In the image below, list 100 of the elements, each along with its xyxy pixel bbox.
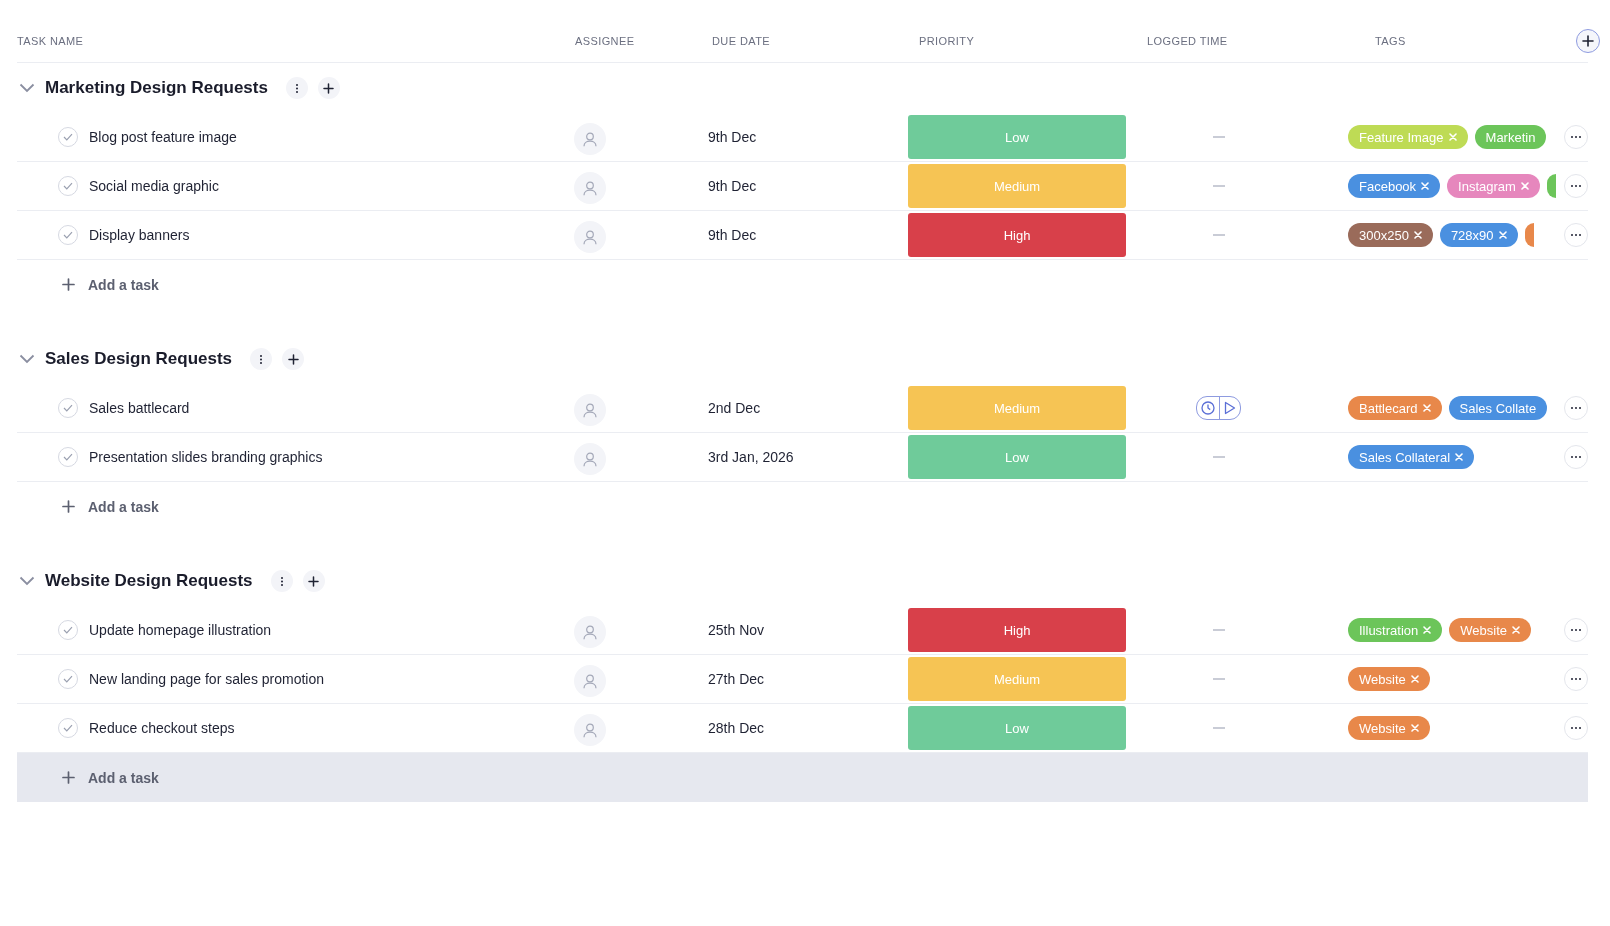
remove-icon[interactable] bbox=[1520, 182, 1529, 190]
assignee-avatar[interactable] bbox=[574, 394, 606, 426]
group-title: Website Design Requests bbox=[45, 571, 253, 591]
priority-label[interactable]: High bbox=[908, 213, 1126, 257]
check-icon bbox=[63, 133, 73, 141]
more-button[interactable] bbox=[1564, 223, 1588, 247]
plus-icon bbox=[62, 278, 75, 291]
task-name[interactable]: Social media graphic bbox=[89, 178, 219, 194]
task-name[interactable]: Update homepage illustration bbox=[89, 622, 272, 638]
check-icon bbox=[63, 453, 73, 461]
chevron-down-icon bbox=[19, 354, 35, 364]
plus-icon bbox=[308, 575, 320, 587]
due-date[interactable]: 2nd Dec bbox=[708, 400, 761, 416]
add-task-row[interactable]: Add a task bbox=[17, 482, 1588, 531]
assignee-avatar[interactable] bbox=[574, 123, 606, 155]
tag[interactable]: Website bbox=[1348, 716, 1430, 740]
collapse-button[interactable] bbox=[17, 576, 35, 586]
tag[interactable]: 300x250 bbox=[1348, 223, 1433, 247]
add-task-row[interactable]: Add a task bbox=[17, 753, 1588, 802]
group-menu-button[interactable] bbox=[270, 570, 293, 592]
task-name[interactable]: Sales battlecard bbox=[89, 400, 190, 416]
task-name[interactable]: Blog post feature image bbox=[89, 129, 237, 145]
column-header: TAGS bbox=[1375, 35, 1406, 47]
remove-icon[interactable] bbox=[1410, 724, 1419, 732]
person-icon bbox=[583, 180, 597, 196]
group-menu-button[interactable] bbox=[285, 77, 308, 99]
person-icon bbox=[583, 451, 597, 467]
column-header: ASSIGNEE bbox=[575, 35, 635, 47]
kebab-icon bbox=[260, 354, 263, 364]
more-button[interactable] bbox=[1564, 174, 1588, 198]
more-button[interactable] bbox=[1564, 716, 1588, 740]
column-header: DUE DATE bbox=[712, 35, 770, 47]
dash-icon bbox=[1212, 234, 1225, 236]
assignee-avatar[interactable] bbox=[574, 172, 606, 204]
assignee-avatar[interactable] bbox=[574, 221, 606, 253]
add-button[interactable] bbox=[282, 348, 305, 370]
add-column-button[interactable] bbox=[1576, 29, 1600, 53]
task-name[interactable]: Reduce checkout steps bbox=[89, 720, 235, 736]
more-button[interactable] bbox=[1564, 125, 1588, 149]
remove-icon[interactable] bbox=[1423, 626, 1432, 634]
add-task-row[interactable]: Add a task bbox=[17, 260, 1588, 309]
remove-icon[interactable] bbox=[1410, 675, 1419, 683]
assignee-avatar[interactable] bbox=[574, 616, 606, 648]
column-header: TASK NAME bbox=[17, 35, 84, 47]
group-title: Sales Design Requests bbox=[45, 349, 233, 369]
dash-icon bbox=[1212, 185, 1225, 187]
remove-icon[interactable] bbox=[1421, 182, 1430, 190]
assignee-avatar[interactable] bbox=[574, 714, 606, 746]
kebab-icon bbox=[280, 576, 283, 586]
due-date[interactable]: 27th Dec bbox=[708, 671, 765, 687]
add-button[interactable] bbox=[302, 570, 325, 592]
due-date[interactable]: 25th Nov bbox=[708, 622, 765, 638]
person-icon bbox=[583, 131, 597, 147]
kebab-icon bbox=[295, 83, 298, 93]
task-name[interactable]: Display banners bbox=[89, 227, 190, 243]
add-button[interactable] bbox=[317, 77, 340, 99]
column-header: PRIORITY bbox=[919, 35, 975, 47]
plus-icon bbox=[62, 771, 75, 784]
more-button[interactable] bbox=[1564, 667, 1588, 691]
check-icon bbox=[63, 231, 73, 239]
plus-icon bbox=[1582, 35, 1594, 47]
due-date[interactable]: 9th Dec bbox=[708, 129, 757, 145]
dash-icon bbox=[1212, 678, 1225, 680]
tag[interactable]: Sales Collate bbox=[1448, 396, 1548, 420]
plus-icon bbox=[287, 353, 299, 365]
tag[interactable]: Sales Collateral bbox=[1348, 445, 1475, 469]
tag[interactable]: Instagram bbox=[1447, 174, 1540, 198]
tag[interactable]: 728x90 bbox=[1439, 223, 1518, 247]
due-date[interactable]: 9th Dec bbox=[708, 178, 757, 194]
task-name[interactable]: Presentation slides branding graphics bbox=[89, 449, 323, 465]
tag[interactable]: Battlecard bbox=[1348, 396, 1442, 420]
collapse-button[interactable] bbox=[17, 83, 35, 93]
more-button[interactable] bbox=[1564, 396, 1588, 420]
priority-label[interactable]: High bbox=[908, 608, 1126, 652]
remove-icon[interactable] bbox=[1498, 231, 1507, 239]
plus-icon bbox=[323, 82, 335, 94]
remove-icon[interactable] bbox=[1512, 626, 1520, 634]
tag[interactable]: Facebook bbox=[1348, 174, 1441, 198]
assignee-avatar[interactable] bbox=[574, 443, 606, 475]
remove-icon[interactable] bbox=[1422, 404, 1431, 412]
dash-icon bbox=[1212, 136, 1225, 138]
collapse-button[interactable] bbox=[17, 354, 35, 364]
tag[interactable]: Website bbox=[1348, 667, 1430, 691]
due-date[interactable]: 9th Dec bbox=[708, 227, 757, 243]
more-button[interactable] bbox=[1564, 618, 1588, 642]
more-button[interactable] bbox=[1564, 445, 1588, 469]
assignee-avatar[interactable] bbox=[574, 665, 606, 697]
check-icon bbox=[63, 724, 73, 732]
column-header: LOGGED TIME bbox=[1147, 35, 1228, 47]
dash-icon bbox=[1212, 727, 1225, 729]
dash-icon bbox=[1212, 629, 1225, 631]
group-menu-button[interactable] bbox=[250, 348, 273, 370]
due-date[interactable]: 3rd Jan, 2026 bbox=[708, 449, 794, 465]
check-icon bbox=[63, 675, 73, 683]
tag[interactable]: Website bbox=[1449, 618, 1531, 642]
group-title: Marketing Design Requests bbox=[45, 78, 268, 98]
task-name[interactable]: New landing page for sales promotion bbox=[89, 671, 325, 687]
due-date[interactable]: 28th Dec bbox=[708, 720, 765, 736]
remove-icon[interactable] bbox=[1455, 453, 1464, 461]
remove-icon[interactable] bbox=[1413, 231, 1422, 239]
